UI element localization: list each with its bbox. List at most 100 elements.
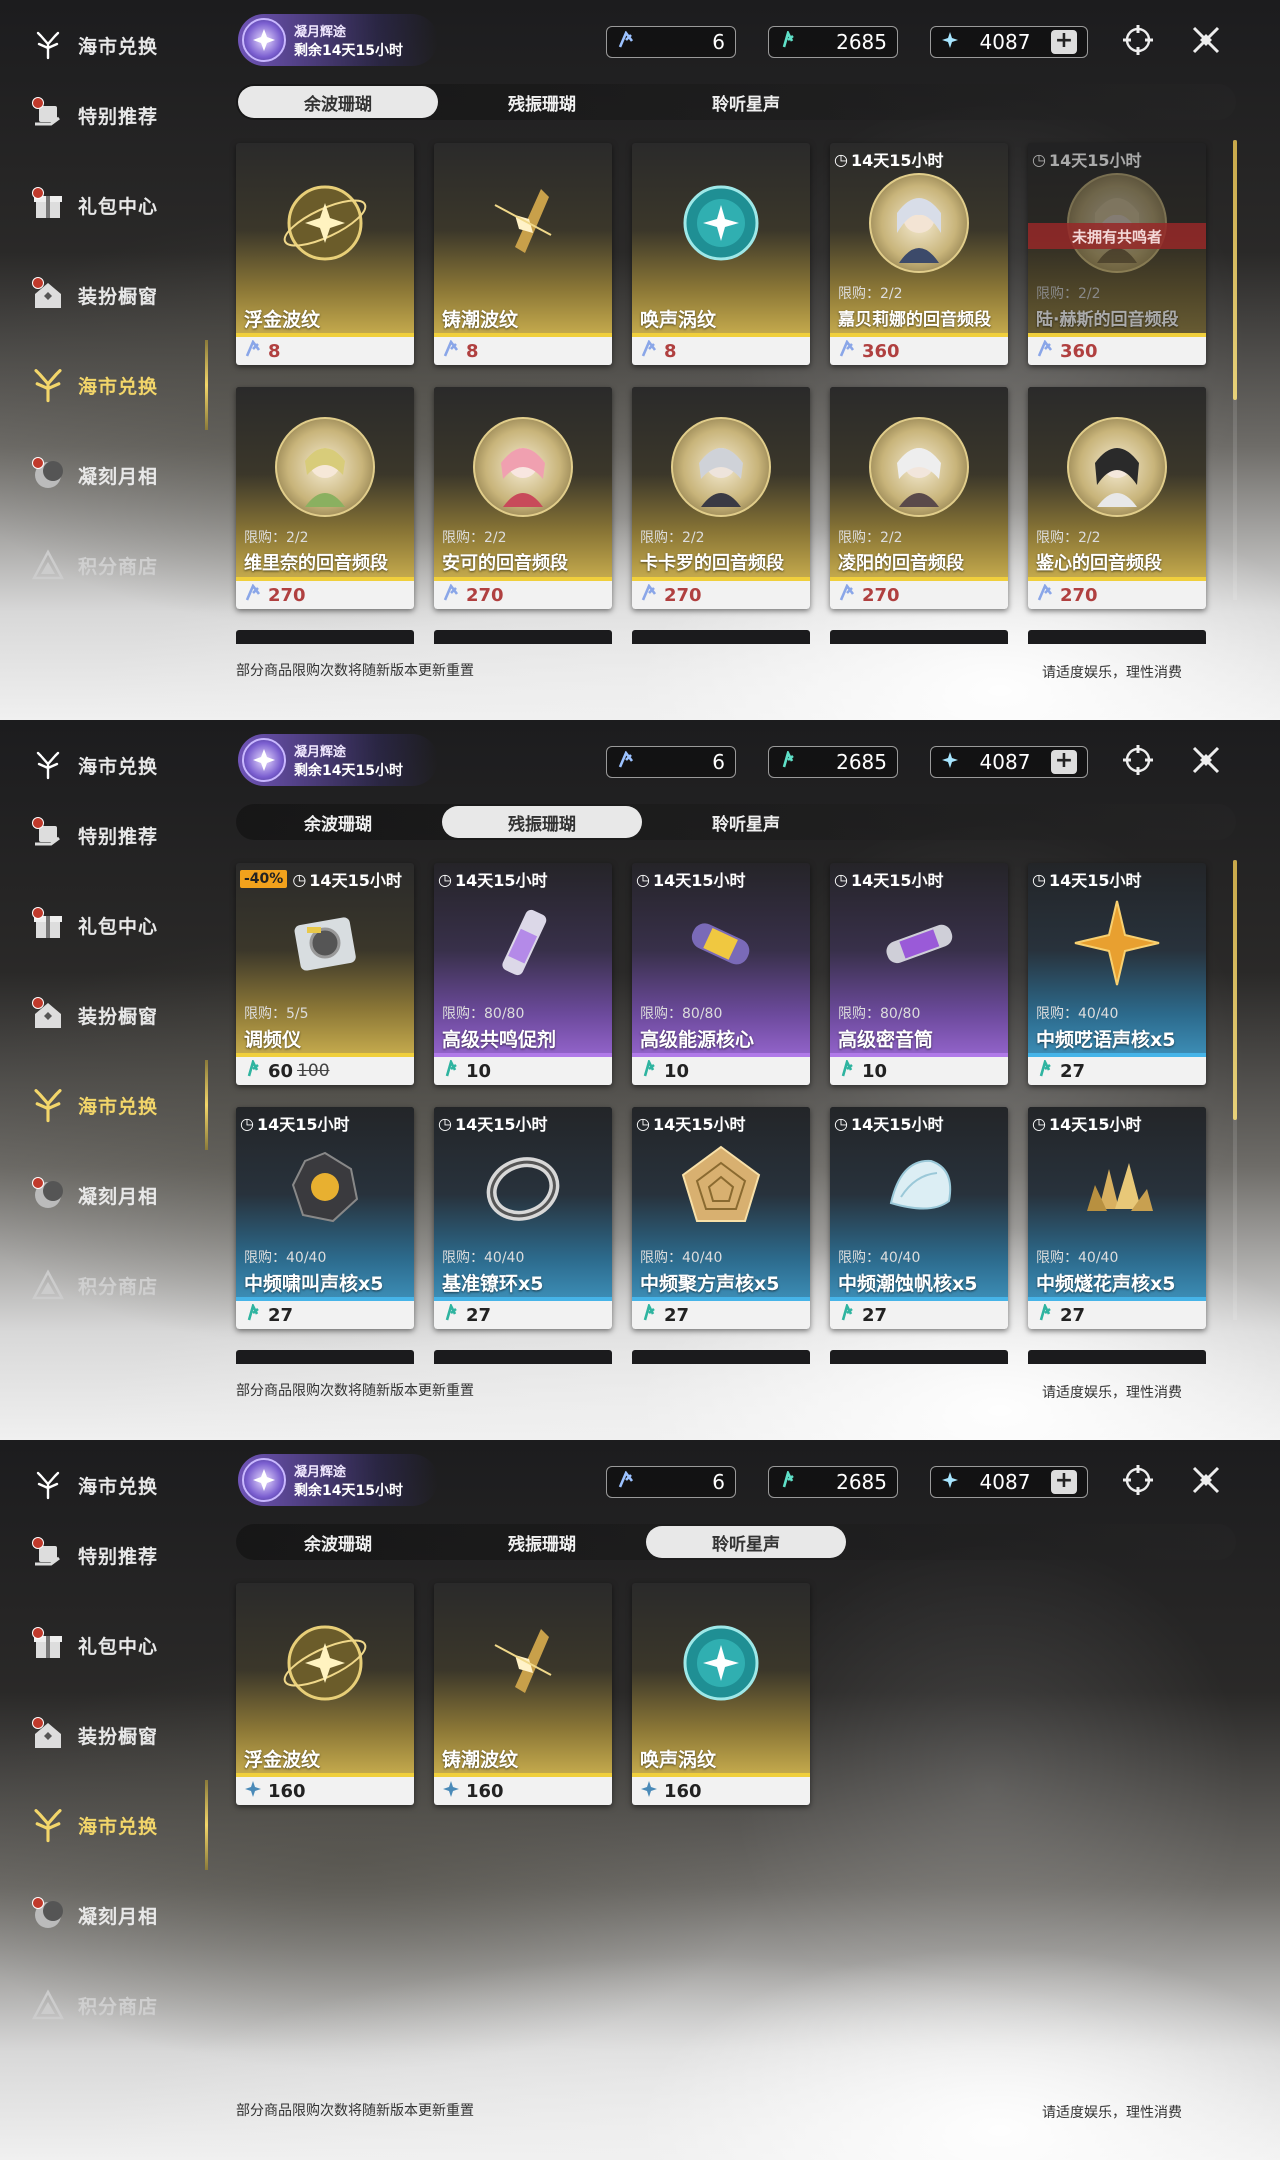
shop-item-card[interactable]: ◷ 14天15小时 未拥有共鸣者 限购：2/2 陆·赫斯的回音频段 360 bbox=[1028, 143, 1206, 365]
item-price: 160 bbox=[466, 1780, 504, 1802]
tab-listen-stars[interactable]: 聆听星声 bbox=[646, 1526, 846, 1558]
sidebar-item-header[interactable]: 海市兑换 bbox=[28, 20, 158, 70]
coral-oscillate-icon bbox=[244, 1302, 262, 1326]
golden-blade-icon bbox=[473, 1613, 573, 1713]
sidebar-item-recommend[interactable]: 特别推荐 bbox=[28, 90, 158, 140]
scrollbar-thumb[interactable] bbox=[1233, 140, 1237, 400]
tab-afterglow-coral[interactable]: 余波珊瑚 bbox=[238, 86, 438, 118]
item-name: 维里奈的回音频段 bbox=[244, 553, 388, 574]
shop-item-card[interactable]: ◷ 14天15小时 限购：40/40 中频聚方声核x5 27 bbox=[632, 1107, 810, 1329]
event-banner[interactable]: 凝月辉途 剩余14天15小时 bbox=[238, 1454, 438, 1506]
shop-item-card[interactable]: 唤声涡纹 8 bbox=[632, 143, 810, 365]
close-button[interactable] bbox=[1184, 20, 1228, 64]
sidebar-item-label: 特别推荐 bbox=[78, 1545, 159, 1568]
shop-item-card[interactable]: 限购：2/2 凌阳的回音频段 270 bbox=[830, 387, 1008, 609]
tab-afterglow-coral[interactable]: 余波珊瑚 bbox=[238, 806, 438, 838]
timer: ◷ 14天15小时 bbox=[834, 869, 944, 891]
add-currency-button[interactable]: + bbox=[1051, 750, 1077, 774]
shop-item-card[interactable]: ◷ 14天15小时 限购：40/40 中频潮蚀帆核x5 27 bbox=[830, 1107, 1008, 1329]
purchase-limit: 限购：80/80 bbox=[442, 1006, 525, 1022]
target-button[interactable] bbox=[1116, 740, 1160, 784]
item-price: 270 bbox=[664, 584, 702, 606]
coral-afterglow-icon bbox=[838, 583, 856, 606]
tab-oscillate-coral[interactable]: 残振珊瑚 bbox=[442, 806, 642, 838]
purchase-limit: 限购：80/80 bbox=[838, 1006, 921, 1022]
shop-item-card[interactable]: 限购：2/2 安可的回音频段 270 bbox=[434, 387, 612, 609]
shop-item-card[interactable]: ◷ 14天15小时 限购：40/40 中频呓语声核x5 27 bbox=[1028, 863, 1206, 1085]
shop-item-card[interactable]: ◷ 14天15小时 限购：80/80 高级密音筒 10 bbox=[830, 863, 1008, 1085]
tab-listen-stars[interactable]: 聆听星声 bbox=[646, 806, 846, 838]
shop-item-card[interactable]: 限购：2/2 卡卡罗的回音频段 270 bbox=[632, 387, 810, 609]
shop-item-card[interactable]: ◷ 14天15小时 限购：80/80 高级能源核心 10 bbox=[632, 863, 810, 1085]
sidebar-item-packs[interactable]: 礼包中心 bbox=[28, 1620, 158, 1670]
shop-item-card[interactable]: 铸潮波纹 8 bbox=[434, 143, 612, 365]
shop-item-card[interactable]: ◷ 14天15小时 限购：2/2 嘉贝莉娜的回音频段 360 bbox=[830, 143, 1008, 365]
sidebar-item-recommend[interactable]: 特别推荐 bbox=[28, 1530, 158, 1580]
sidebar-item-label: 特别推荐 bbox=[78, 825, 159, 848]
sidebar-item-market[interactable]: 海市兑换 bbox=[28, 1080, 158, 1130]
currency-value: 6 bbox=[712, 30, 725, 54]
coral-tree-icon bbox=[28, 1805, 68, 1845]
target-button[interactable] bbox=[1116, 1460, 1160, 1504]
coral-afterglow-icon bbox=[640, 339, 658, 362]
shop-item-card[interactable]: 限购：2/2 鉴心的回音频段 270 bbox=[1028, 387, 1206, 609]
sidebar-item-label: 积分商店 bbox=[78, 555, 159, 578]
sidebar-item-market[interactable]: 海市兑换 bbox=[28, 360, 158, 410]
shop-item-card[interactable]: ◷ 14天15小时 限购：40/40 中频啸叫声核x5 27 bbox=[236, 1107, 414, 1329]
timer: ◷ 14天15小时 bbox=[636, 1113, 746, 1135]
shop-item-card[interactable]: ◷ 14天15小时 限购：40/40 中频燧花声核x5 27 bbox=[1028, 1107, 1206, 1329]
sidebar-item-header[interactable]: 海市兑换 bbox=[28, 740, 158, 790]
shop-item-card[interactable]: 浮金波纹 8 bbox=[236, 143, 414, 365]
shop-item-card[interactable]: 唤声涡纹 160 bbox=[632, 1583, 810, 1805]
purchase-limit: 限购：2/2 bbox=[244, 530, 309, 546]
crosshair-icon bbox=[1121, 1463, 1155, 1501]
sidebar-item-label: 积分商店 bbox=[78, 1275, 159, 1298]
sidebar-item-points-shop[interactable]: 积分商店 bbox=[28, 540, 158, 590]
sidebar-item-moon[interactable]: 凝刻月相 bbox=[28, 450, 158, 500]
purchase-limit: 限购：2/2 bbox=[1036, 286, 1101, 302]
triangle-icon bbox=[28, 1985, 68, 2025]
close-button[interactable] bbox=[1184, 1460, 1228, 1504]
shop-item-card[interactable]: 浮金波纹 160 bbox=[236, 1583, 414, 1805]
add-currency-button[interactable]: + bbox=[1051, 1470, 1077, 1494]
sidebar-item-points-shop[interactable]: 积分商店 bbox=[28, 1260, 158, 1310]
sidebar-item-header[interactable]: 海市兑换 bbox=[28, 1460, 158, 1510]
sidebar-item-recommend[interactable]: 特别推荐 bbox=[28, 810, 158, 860]
sidebar-item-outfits[interactable]: 装扮橱窗 bbox=[28, 1710, 158, 1760]
scrollbar-thumb[interactable] bbox=[1233, 860, 1237, 1120]
shop-item-card[interactable]: 限购：2/2 维里奈的回音频段 270 bbox=[236, 387, 414, 609]
item-name: 凌阳的回音频段 bbox=[838, 553, 964, 574]
close-button[interactable] bbox=[1184, 740, 1228, 784]
tab-afterglow-coral[interactable]: 余波珊瑚 bbox=[238, 1526, 438, 1558]
sidebar-item-outfits[interactable]: 装扮橱窗 bbox=[28, 270, 158, 320]
tab-oscillate-coral[interactable]: 残振珊瑚 bbox=[442, 1526, 642, 1558]
shop-item-card[interactable]: ◷ 14天15小时 限购：40/40 基准镣环x5 27 bbox=[434, 1107, 612, 1329]
sidebar-item-moon[interactable]: 凝刻月相 bbox=[28, 1170, 158, 1220]
tab-oscillate-coral[interactable]: 残振珊瑚 bbox=[442, 86, 642, 118]
moon-icon bbox=[28, 1175, 68, 1215]
sidebar-item-packs[interactable]: 礼包中心 bbox=[28, 180, 158, 230]
astrite-icon bbox=[941, 1471, 959, 1493]
target-button[interactable] bbox=[1116, 20, 1160, 64]
purchase-limit: 限购：40/40 bbox=[838, 1250, 921, 1266]
sidebar-item-moon[interactable]: 凝刻月相 bbox=[28, 1890, 158, 1940]
event-banner[interactable]: 凝月辉途 剩余14天15小时 bbox=[238, 14, 438, 66]
currency-astrite: 4087 + bbox=[930, 1466, 1088, 1498]
sidebar-item-packs[interactable]: 礼包中心 bbox=[28, 900, 158, 950]
shop-item-card[interactable]: 铸潮波纹 160 bbox=[434, 1583, 612, 1805]
event-banner[interactable]: 凝月辉途 剩余14天15小时 bbox=[238, 734, 438, 786]
item-price: 8 bbox=[268, 340, 281, 362]
sidebar-item-market[interactable]: 海市兑换 bbox=[28, 1800, 158, 1850]
shop-item-card[interactable]: -40% ◷ 14天15小时 限购：5/5 调频仪 60 100 bbox=[236, 863, 414, 1085]
energy-core-icon bbox=[671, 893, 771, 993]
add-currency-button[interactable]: + bbox=[1051, 30, 1077, 54]
sidebar-item-label: 特别推荐 bbox=[78, 105, 159, 128]
item-name: 铸潮波纹 bbox=[442, 1749, 519, 1771]
purchase-limit: 限购：2/2 bbox=[640, 530, 705, 546]
gift-box-icon bbox=[28, 1625, 68, 1665]
shop-item-card[interactable]: ◷ 14天15小时 限购：80/80 高级共鸣促剂 10 bbox=[434, 863, 612, 1085]
sealed-tube-icon bbox=[869, 893, 969, 993]
tab-listen-stars[interactable]: 聆听星声 bbox=[646, 86, 846, 118]
sidebar-item-outfits[interactable]: 装扮橱窗 bbox=[28, 990, 158, 1040]
sidebar-item-points-shop[interactable]: 积分商店 bbox=[28, 1980, 158, 2030]
